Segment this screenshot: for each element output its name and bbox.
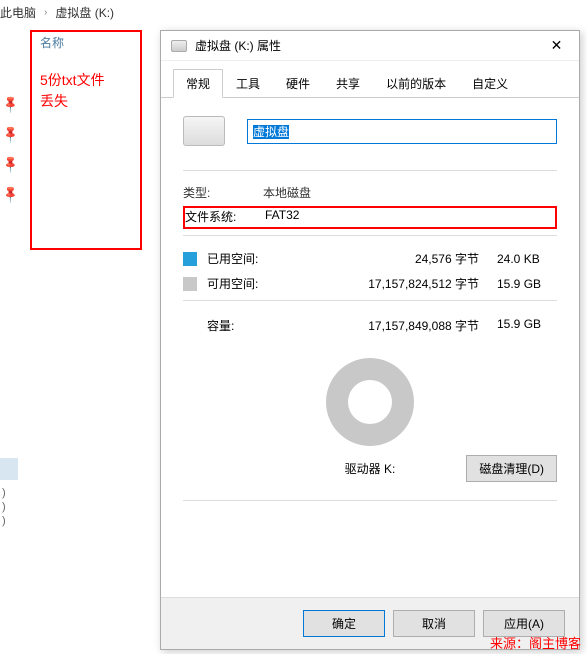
separator <box>183 500 557 501</box>
usage-pie-chart <box>326 358 414 446</box>
separator <box>183 300 557 301</box>
type-label: 类型: <box>183 184 263 201</box>
used-space-label: 已用空间: <box>207 250 277 267</box>
capacity-bytes: 17,157,849,088 字节 <box>275 317 497 334</box>
annotation-box <box>30 30 142 250</box>
used-space-human: 24.0 KB <box>497 252 557 266</box>
quick-access-pins: 📌 📌 📌 📌 <box>0 95 18 215</box>
cancel-button[interactable]: 取消 <box>393 610 475 637</box>
tab-general[interactable]: 常规 <box>173 69 223 98</box>
free-space-label: 可用空间: <box>207 275 277 292</box>
tab-tools[interactable]: 工具 <box>223 69 273 98</box>
tab-previous-versions[interactable]: 以前的版本 <box>373 69 459 98</box>
free-space-bytes: 17,157,824,512 字节 <box>277 275 497 292</box>
tab-custom[interactable]: 自定义 <box>459 69 521 98</box>
filesystem-label: 文件系统: <box>185 208 265 225</box>
drive-icon <box>171 40 187 52</box>
nav-collapsed-items: ))) <box>2 486 6 528</box>
capacity-label: 容量: <box>183 317 275 334</box>
dialog-title: 虚拟盘 (K:) 属性 <box>195 37 534 54</box>
type-value: 本地磁盘 <box>263 184 311 201</box>
separator <box>183 235 557 236</box>
titlebar[interactable]: 虚拟盘 (K:) 属性 ✕ <box>161 31 579 61</box>
free-space-human: 15.9 GB <box>497 277 557 291</box>
drive-icon-large <box>183 116 225 146</box>
capacity-human: 15.9 GB <box>497 317 557 334</box>
separator <box>183 170 557 171</box>
properties-dialog: 虚拟盘 (K:) 属性 ✕ 常规 工具 硬件 共享 以前的版本 自定义 虚拟盘 … <box>160 30 580 650</box>
watermark: 来源：阁主博客 <box>490 633 581 652</box>
breadcrumb-item[interactable]: 虚拟盘 (K:) <box>55 4 114 21</box>
used-swatch <box>183 252 197 266</box>
free-swatch <box>183 277 197 291</box>
tab-sharing[interactable]: 共享 <box>323 69 373 98</box>
close-button[interactable]: ✕ <box>534 31 579 61</box>
tab-panel-general: 虚拟盘 类型: 本地磁盘 文件系统: FAT32 已用空间: 24,576 字节… <box>161 98 579 597</box>
annotation-text: 5份txt文件 丢失 <box>40 70 105 112</box>
chevron-right-icon: › <box>44 7 47 18</box>
nav-selection <box>0 458 18 480</box>
tab-hardware[interactable]: 硬件 <box>273 69 323 98</box>
tab-strip: 常规 工具 硬件 共享 以前的版本 自定义 <box>161 61 579 98</box>
used-space-bytes: 24,576 字节 <box>277 250 497 267</box>
ok-button[interactable]: 确定 <box>303 610 385 637</box>
drive-name-input[interactable]: 虚拟盘 <box>247 119 557 144</box>
disk-cleanup-button[interactable]: 磁盘清理(D) <box>466 455 557 482</box>
breadcrumb-item[interactable]: 此电脑 <box>0 4 36 21</box>
filesystem-value: FAT32 <box>265 208 299 225</box>
filesystem-highlight: 文件系统: FAT32 <box>183 206 557 229</box>
